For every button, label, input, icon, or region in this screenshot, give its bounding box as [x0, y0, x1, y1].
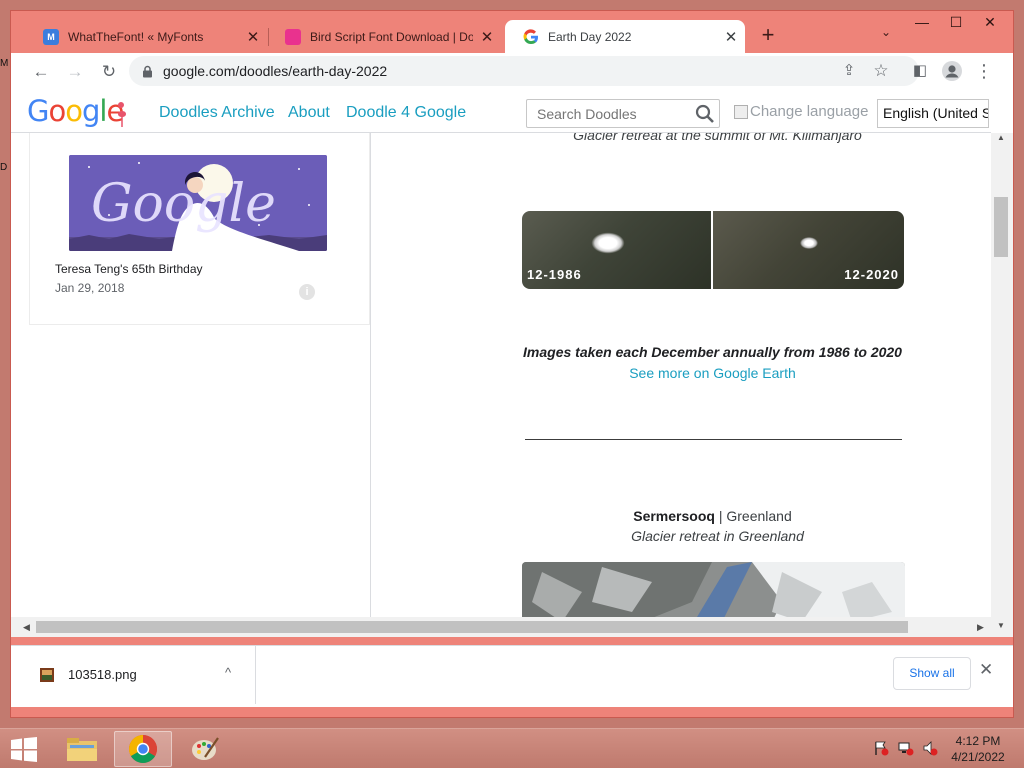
doodle-card[interactable]: Google Teresa Teng's 65th Birthday Jan 2… — [29, 133, 370, 325]
clock-time: 4:12 PM — [955, 734, 1001, 748]
lock-icon[interactable] — [141, 65, 153, 77]
bookmark-star-icon[interactable]: ☆ — [871, 61, 891, 81]
place-heading: Sermersooq | Greenland — [372, 508, 991, 524]
change-language-text: Change language — [750, 103, 869, 120]
nav-doodles-archive[interactable]: Doodles Archive — [159, 104, 275, 122]
tab-search-button[interactable]: ⌄ — [875, 25, 897, 47]
place-separator: | — [714, 508, 727, 524]
tab-title: Bird Script Font Download | Dow — [310, 29, 473, 44]
side-panel-button[interactable]: ◧ — [905, 56, 935, 86]
google-logo[interactable]: Google — [27, 94, 126, 128]
tab-title: Earth Day 2022 — [548, 29, 632, 44]
chrome-taskbar-button[interactable] — [114, 731, 172, 767]
google-favicon-icon — [523, 28, 539, 45]
doodle-title[interactable]: Teresa Teng's 65th Birthday — [55, 262, 203, 276]
paint-taskbar-button[interactable] — [176, 731, 234, 767]
see-more-google-earth-link[interactable]: See more on Google Earth — [372, 365, 991, 381]
nav-doodle-4-google[interactable]: Doodle 4 Google — [346, 104, 466, 122]
network-icon[interactable] — [898, 740, 914, 756]
folder-icon — [67, 738, 97, 761]
kilimanjaro-caption: Glacier retreat at the summit of Mt. Kil… — [573, 133, 862, 143]
reload-button[interactable]: ↻ — [93, 56, 125, 88]
back-button[interactable]: ← — [25, 56, 57, 88]
chevron-up-icon[interactable]: ^ — [225, 665, 231, 680]
scroll-left-icon[interactable]: ◀ — [23, 622, 30, 633]
tab-strip: M WhatTheFont! « MyFonts ✕ Bird Script F… — [11, 11, 1013, 53]
forward-button[interactable]: → — [59, 56, 91, 88]
close-download-shelf-icon[interactable]: ✕ — [979, 660, 993, 680]
nav-about[interactable]: About — [288, 104, 330, 122]
broken-image-icon — [734, 104, 748, 119]
horizontal-scrollbar[interactable]: ◀ ▶ — [11, 617, 991, 637]
tab-bird-script-font[interactable]: Bird Script Font Download | Dow ✕ — [267, 20, 501, 53]
volume-muted-icon[interactable] — [922, 740, 938, 756]
place-region: Greenland — [726, 508, 792, 524]
paint-palette-icon — [192, 737, 219, 760]
kilimanjaro-comparison[interactable]: 12-1986 12-2020 — [522, 211, 904, 289]
download-filename[interactable]: 103518.png — [68, 667, 137, 682]
flamingo-icon — [118, 102, 126, 127]
info-icon[interactable]: i — [299, 284, 315, 300]
url-text[interactable]: google.com/doodles/earth-day-2022 — [163, 63, 387, 79]
show-all-button[interactable]: Show all — [893, 657, 971, 690]
address-bar[interactable]: google.com/doodles/earth-day-2022 ⇪ ☆ — [129, 56, 919, 86]
satellite-image-2020[interactable]: 12-2020 — [713, 211, 904, 289]
search-placeholder: Search Doodles — [537, 105, 637, 122]
year-label-2020: 12-2020 — [844, 267, 899, 282]
download-shelf: 103518.png ^ Show all ✕ — [11, 645, 1013, 707]
image-file-icon — [40, 668, 54, 682]
close-tab-icon[interactable]: ✕ — [473, 28, 501, 46]
taskbar: 4:12 PM 4/21/2022 — [0, 728, 1024, 768]
tab-earth-day-2022[interactable]: Earth Day 2022 ✕ — [505, 20, 745, 53]
language-select[interactable]: English (United States) — [877, 99, 989, 128]
greenland-caption: Glacier retreat in Greenland — [631, 528, 804, 544]
browser-menu-button[interactable]: ⋮ — [969, 56, 999, 86]
doodle-sidebar: Google Teresa Teng's 65th Birthday Jan 2… — [11, 133, 371, 637]
windows-start-icon[interactable] — [9, 737, 39, 762]
maximize-button[interactable]: ☐ — [939, 11, 973, 33]
horizontal-scroll-thumb[interactable] — [36, 621, 908, 633]
tab-title: WhatTheFont! « MyFonts — [68, 29, 204, 44]
scroll-right-icon[interactable]: ▶ — [977, 622, 984, 633]
system-clock[interactable]: 4:12 PM 4/21/2022 — [945, 733, 1011, 765]
tab-whatthefont[interactable]: M WhatTheFont! « MyFonts ✕ — [25, 20, 267, 53]
doodles-header: Google Doodles Archive About Doodle 4 Go… — [11, 91, 991, 133]
teresa-teng-doodle-image[interactable]: Google — [69, 155, 327, 251]
doodle-logo-text: Google — [91, 174, 276, 234]
doodle-date: Jan 29, 2018 — [55, 281, 125, 295]
file-explorer-taskbar-button[interactable] — [53, 731, 111, 767]
search-icon[interactable] — [695, 104, 715, 124]
browser-toolbar: ← → ↻ google.com/doodles/earth-day-2022 … — [11, 53, 1013, 91]
vertical-scroll-thumb[interactable] — [994, 197, 1008, 257]
satellite-image-1986[interactable]: 12-1986 — [522, 211, 711, 289]
minimize-button[interactable]: — — [905, 11, 939, 33]
share-icon[interactable]: ⇪ — [839, 61, 859, 81]
page-viewport: Google Doodles Archive About Doodle 4 Go… — [11, 91, 1013, 637]
close-window-button[interactable]: ✕ — [973, 11, 1007, 33]
search-doodles-input[interactable]: Search Doodles — [526, 99, 720, 128]
scroll-up-icon[interactable]: ▲ — [997, 133, 1005, 142]
clock-date: 4/21/2022 — [951, 750, 1005, 764]
section-divider — [525, 439, 902, 440]
close-tab-icon[interactable]: ✕ — [717, 28, 745, 46]
myfonts-favicon-icon: M — [43, 28, 59, 45]
font-site-favicon-icon — [285, 28, 301, 45]
chrome-icon — [129, 735, 157, 763]
year-label-1986: 12-1986 — [527, 267, 582, 282]
download-item[interactable]: 103518.png ^ — [11, 646, 256, 704]
desktop-edge-text: M — [0, 58, 9, 69]
vertical-scrollbar[interactable]: ▲ ▼ — [991, 133, 1013, 637]
browser-window: M WhatTheFont! « MyFonts ✕ Bird Script F… — [10, 10, 1014, 718]
change-language-link[interactable]: Change language — [734, 103, 868, 120]
scroll-down-icon[interactable]: ▼ — [997, 621, 1005, 630]
annual-images-note: Images taken each December annually from… — [523, 344, 902, 360]
desktop-edge-text: D — [0, 162, 8, 173]
doodle-article: Glacier retreat at the summit of Mt. Kil… — [372, 133, 991, 637]
place-name: Sermersooq — [633, 508, 715, 524]
profile-avatar-icon[interactable] — [937, 56, 967, 86]
action-center-flag-icon[interactable] — [873, 740, 889, 756]
new-tab-button[interactable]: + — [755, 23, 781, 49]
close-tab-icon[interactable]: ✕ — [239, 28, 267, 46]
